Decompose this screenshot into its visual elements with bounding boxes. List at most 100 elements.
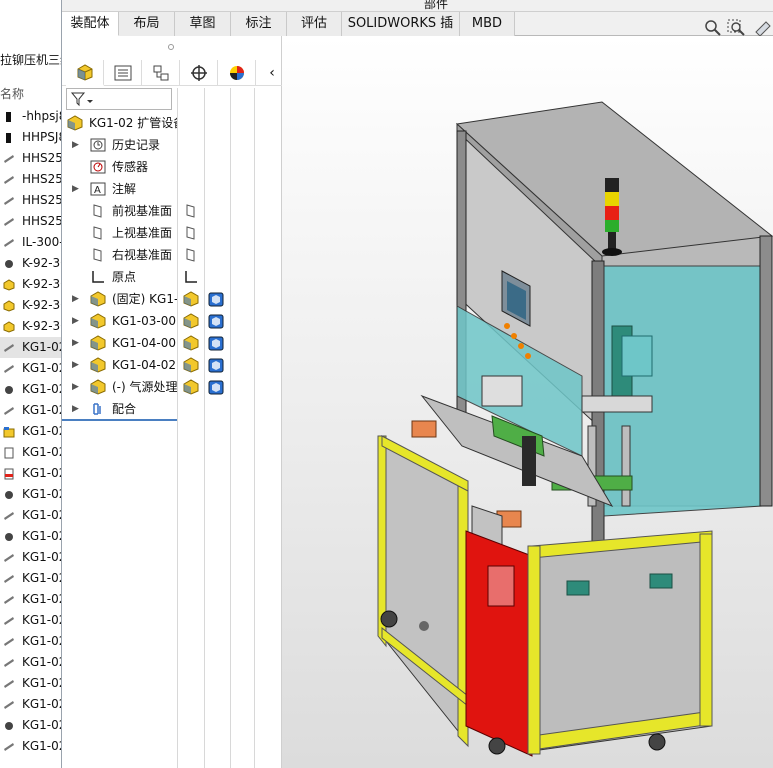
- expand-arrow-icon[interactable]: ▶: [72, 403, 80, 415]
- tab-assembly[interactable]: 装配体: [62, 12, 119, 36]
- assembly-3d-model[interactable]: [282, 36, 773, 768]
- tab-solidworks-addins[interactable]: SOLIDWORKS 插件: [342, 12, 460, 55]
- file-list-item[interactable]: KG1-02: [0, 652, 61, 673]
- file-list-item[interactable]: KG1-02: [0, 736, 61, 757]
- plane-column-icon: [183, 225, 199, 241]
- tab-evaluate[interactable]: 评估: [287, 12, 342, 36]
- zoom-to-fit-icon[interactable]: [702, 18, 724, 36]
- feature-tree-item[interactable]: 前视基准面: [62, 200, 177, 222]
- file-list-item[interactable]: -hhpsj8: [0, 106, 61, 127]
- file-list-item[interactable]: HHS25-: [0, 211, 61, 232]
- file-list-item[interactable]: HHS25-: [0, 169, 61, 190]
- displaymanager-tab-icon[interactable]: [218, 60, 256, 86]
- display-state-icon[interactable]: [208, 335, 224, 351]
- configurationmanager-tab-icon[interactable]: [142, 60, 180, 86]
- file-name: KG1-02: [22, 403, 62, 417]
- sensor-icon: [90, 159, 106, 175]
- display-state-icon[interactable]: [208, 313, 224, 329]
- assembly-icon: [3, 299, 15, 312]
- file-list-item[interactable]: KG1-02: [0, 358, 61, 379]
- file-list-item[interactable]: KG1-02: [0, 505, 61, 526]
- file-list-item[interactable]: K-92-30: [0, 253, 61, 274]
- expand-arrow-icon[interactable]: ▶: [72, 381, 80, 393]
- origin-column-icon: [183, 269, 199, 285]
- tab-markup[interactable]: 标注: [231, 12, 287, 36]
- feature-tree-item[interactable]: ▶ 配合: [62, 398, 177, 420]
- file-name: KG1-02: [22, 466, 62, 480]
- file-list-item[interactable]: HHS25-: [0, 190, 61, 211]
- graphics-area[interactable]: [282, 36, 773, 768]
- file-list-item[interactable]: KG1-02: [0, 421, 61, 442]
- file-list-item[interactable]: KG1-02: [0, 715, 61, 736]
- feature-tree-item[interactable]: 原点: [62, 266, 177, 288]
- part-gray-icon: [3, 615, 15, 627]
- expand-arrow-icon[interactable]: ▶: [72, 315, 80, 327]
- file-name: KG1-02: [22, 340, 62, 354]
- expand-arrow-icon[interactable]: ▶: [72, 337, 80, 349]
- file-list-item[interactable]: KG1-02: [0, 526, 61, 547]
- part-gray-icon: [3, 657, 15, 669]
- feature-tree-item[interactable]: 传感器: [62, 156, 177, 178]
- propertymanager-tab-icon[interactable]: [104, 60, 142, 86]
- feature-tree-item[interactable]: ▶ KG1-04-02: [62, 354, 177, 376]
- file-list-item[interactable]: KG1-02: [0, 631, 61, 652]
- file-name: K-92-30: [22, 319, 61, 333]
- file-name: HHPSJ8: [22, 130, 62, 144]
- feature-tree-item[interactable]: ▶ (-) 气源处理: [62, 376, 177, 398]
- expand-arrow-icon[interactable]: ▶: [72, 183, 80, 195]
- file-list-item[interactable]: KG1-02: [0, 400, 62, 421]
- feature-tree-item[interactable]: 上视基准面: [62, 222, 177, 244]
- file-list-item[interactable]: KG1-02: [0, 463, 62, 484]
- top-strip-label[interactable]: 部件: [424, 0, 448, 12]
- feature-tree-item[interactable]: ▶ A 注解: [62, 178, 177, 200]
- feature-tree-item[interactable]: ▶ (固定) KG1-0: [62, 288, 177, 310]
- assembly-icon: [3, 320, 15, 333]
- tab-mbd[interactable]: MBD: [460, 12, 515, 36]
- part-gray-icon: [3, 216, 15, 228]
- file-list-item[interactable]: KG1-02: [0, 694, 61, 715]
- file-list-item[interactable]: KG1-02: [0, 379, 61, 400]
- expand-arrow-icon[interactable]: ▶: [72, 293, 80, 305]
- tree-root-assembly[interactable]: KG1-02 扩管设备: [62, 112, 177, 134]
- feature-tree-item[interactable]: ▶ KG1-03-00: [62, 310, 177, 332]
- zoom-area-icon[interactable]: [726, 18, 748, 36]
- feature-tree-item[interactable]: ▶ 历史记录: [62, 134, 177, 156]
- tab-layout[interactable]: 布局: [119, 12, 175, 36]
- previous-view-icon[interactable]: [752, 18, 773, 37]
- file-list-item[interactable]: KG1-02: [0, 610, 61, 631]
- feature-tree-item[interactable]: ▶ KG1-04-00: [62, 332, 177, 354]
- file-pane-name-header[interactable]: 名称: [0, 84, 61, 104]
- file-list-item[interactable]: KG1-02: [0, 589, 61, 610]
- file-list-item[interactable]: HHS25: [0, 148, 61, 169]
- feature-tree-label: KG1-03-00: [112, 314, 177, 328]
- file-list-item[interactable]: KG1-02: [0, 337, 62, 358]
- panel-grip-icon[interactable]: [168, 44, 174, 50]
- collapse-panel-chevron-icon[interactable]: ‹: [262, 60, 282, 86]
- display-state-icon[interactable]: [208, 291, 224, 307]
- mates-icon: [90, 401, 106, 417]
- tree-filter-field[interactable]: [66, 88, 172, 110]
- column-divider: [204, 88, 205, 768]
- file-list-item[interactable]: KG1-02: [0, 547, 61, 568]
- display-state-icon[interactable]: [208, 357, 224, 373]
- file-list-item[interactable]: KG1-02: [0, 568, 61, 589]
- file-list-item[interactable]: IL-300-: [0, 232, 61, 253]
- file-list-item[interactable]: KG1-02: [0, 484, 61, 505]
- folder-icon: [3, 426, 15, 438]
- file-list-item[interactable]: K-92-30: [0, 295, 61, 316]
- expand-arrow-icon[interactable]: ▶: [72, 139, 80, 151]
- expand-arrow-icon[interactable]: ▶: [72, 359, 80, 371]
- file-list-item[interactable]: KG1-02: [0, 442, 61, 463]
- file-list-item[interactable]: K-92-30: [0, 316, 61, 337]
- tab-sketch[interactable]: 草图: [175, 12, 231, 36]
- feature-tree-item[interactable]: 右视基准面: [62, 244, 177, 266]
- filter-funnel-icon[interactable]: [70, 91, 94, 110]
- part-gray-icon: [3, 678, 15, 690]
- display-state-icon[interactable]: [208, 379, 224, 395]
- dimxpertmanager-tab-icon[interactable]: [180, 60, 218, 86]
- file-list-item[interactable]: KG1-02: [0, 673, 61, 694]
- assembly-icon: [90, 379, 106, 395]
- file-list-item[interactable]: K-92-30: [0, 274, 61, 295]
- featuremanager-tab-icon[interactable]: [66, 60, 104, 86]
- file-list-item[interactable]: HHPSJ8: [0, 127, 62, 148]
